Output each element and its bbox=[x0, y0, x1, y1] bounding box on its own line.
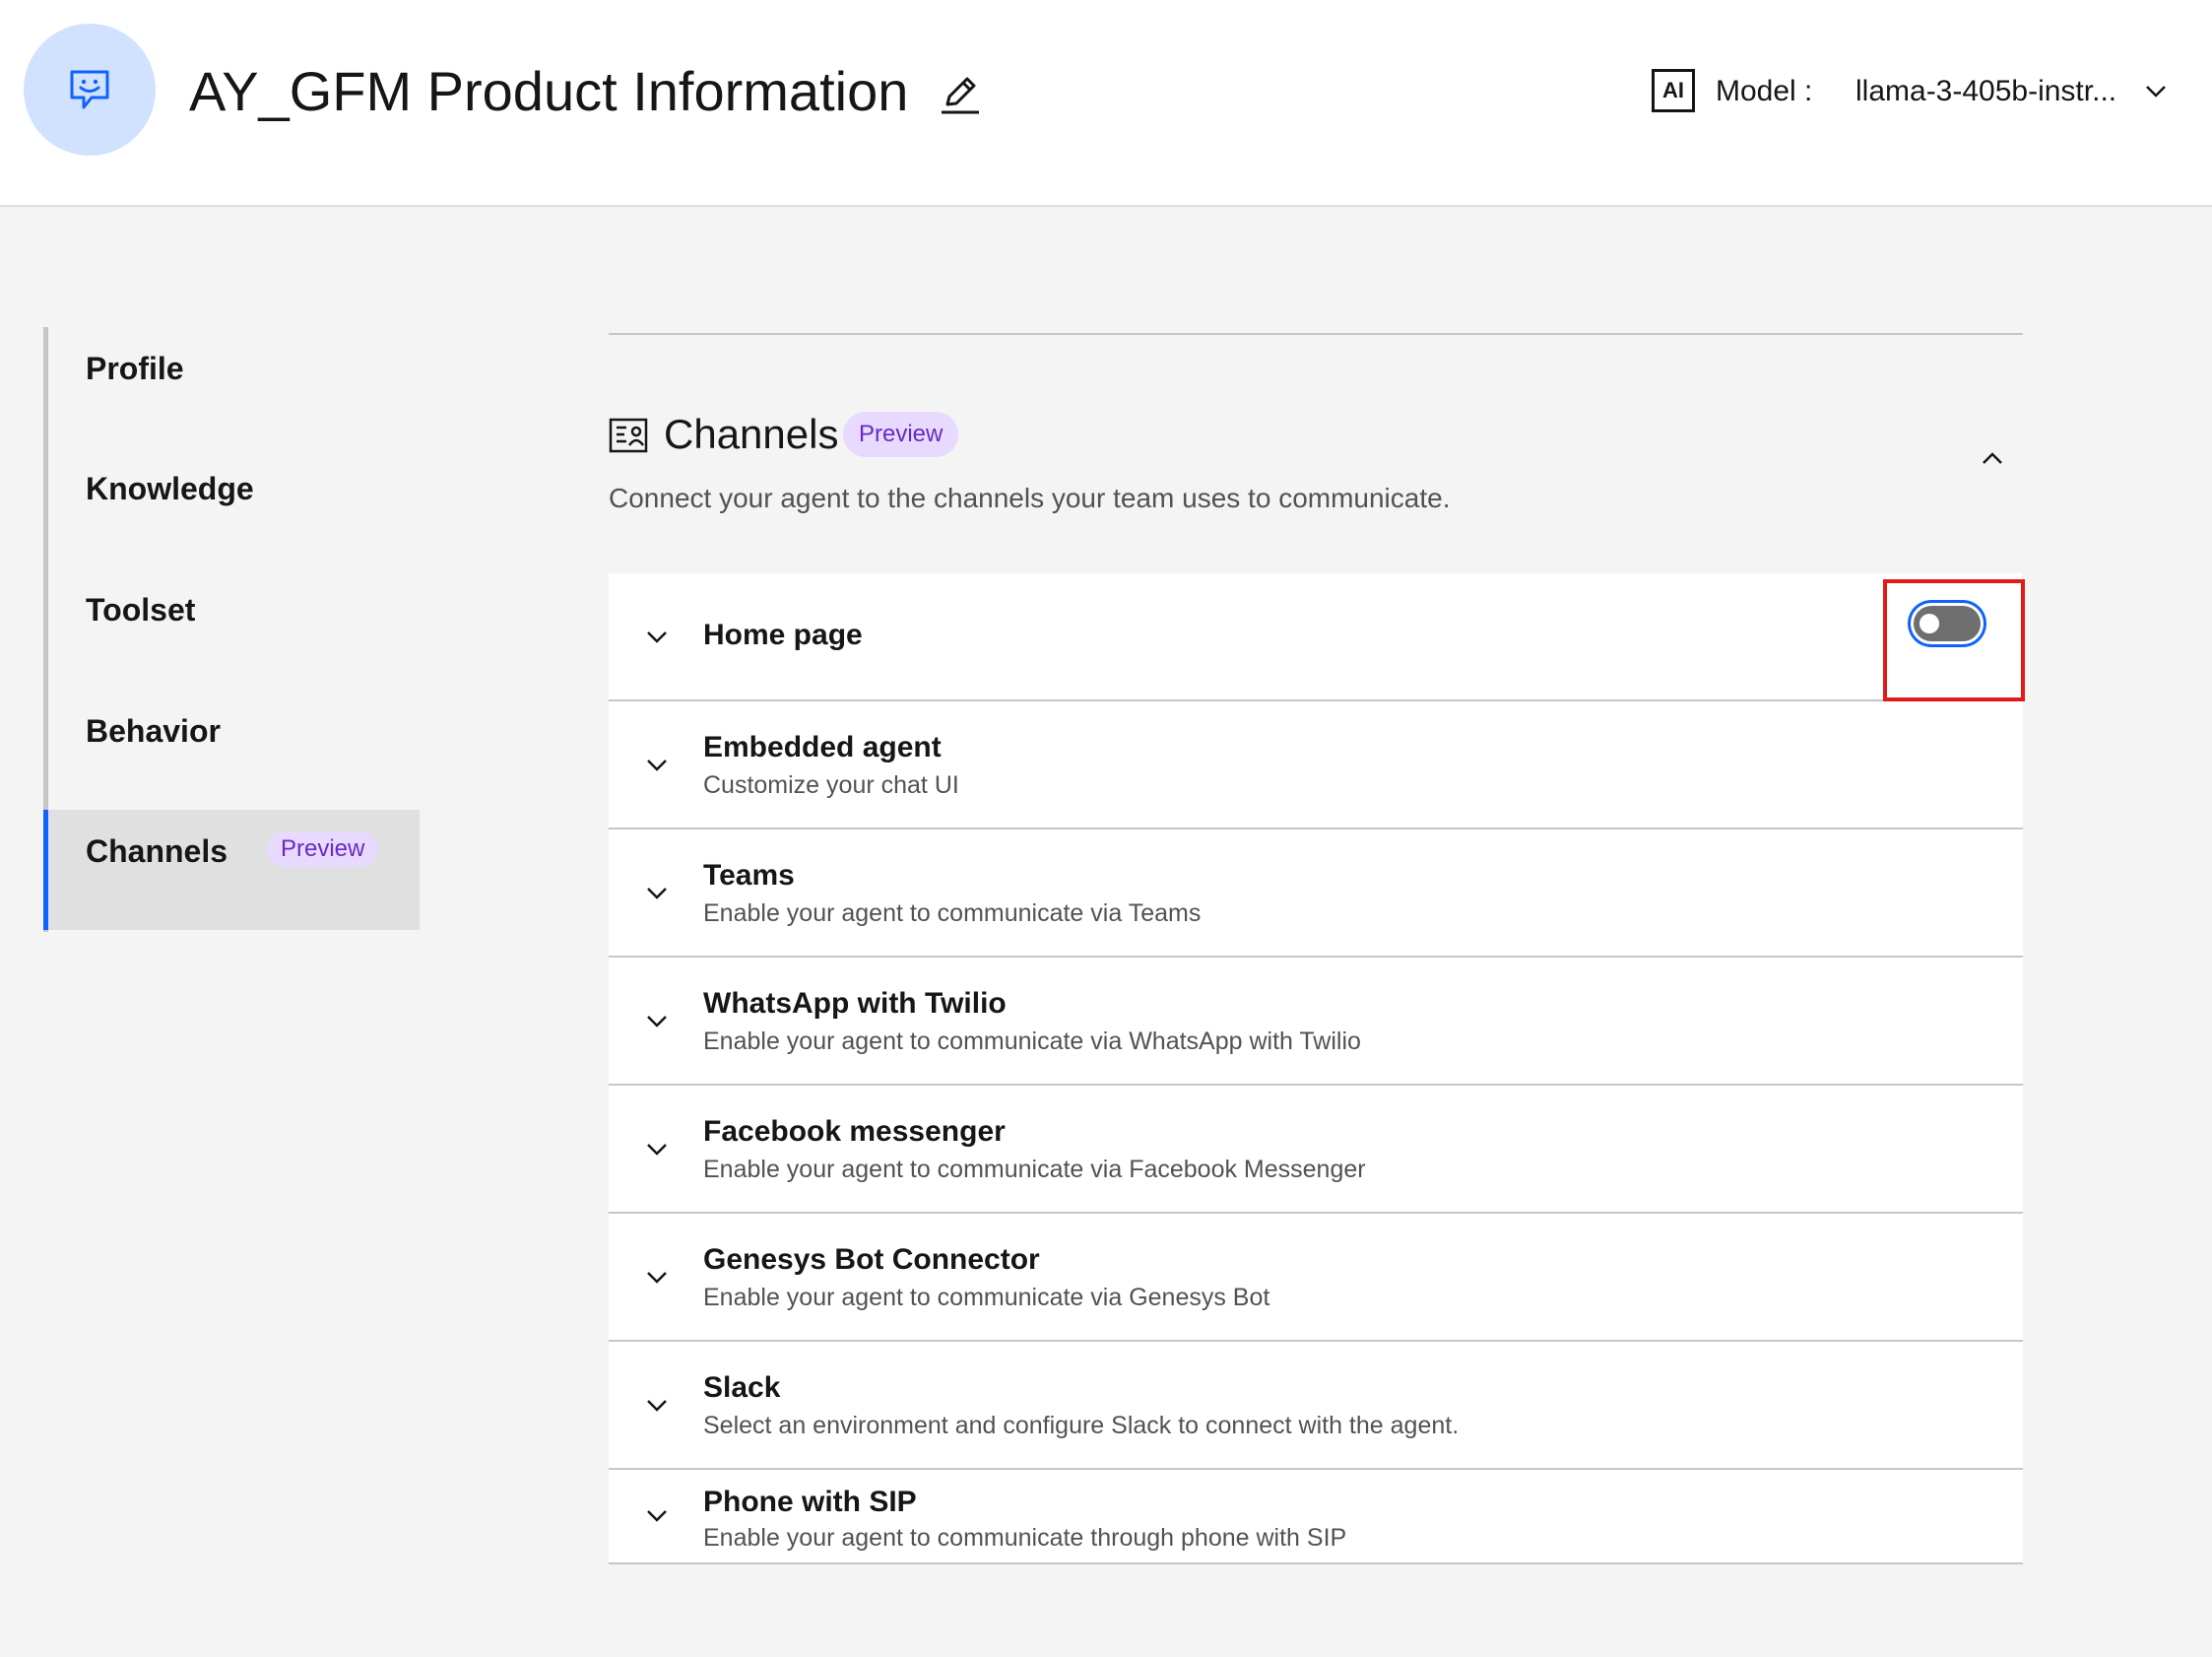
nav-item-profile[interactable]: Profile bbox=[48, 327, 420, 447]
nav-item-label: Profile bbox=[86, 351, 184, 386]
channel-description: Customize your chat UI bbox=[703, 771, 959, 799]
nav-item-knowledge[interactable]: Knowledge bbox=[48, 447, 420, 567]
channel-description: Enable your agent to communicate via Wha… bbox=[703, 1027, 1361, 1055]
channels-icon bbox=[609, 418, 648, 453]
side-navigation: Profile Knowledge Toolset Behavior Chann… bbox=[43, 327, 420, 932]
channel-title: Home page bbox=[703, 619, 863, 651]
channel-row-home-page[interactable]: Home page bbox=[609, 573, 2023, 701]
nav-item-label: Behavior bbox=[86, 713, 221, 749]
channel-row-genesys[interactable]: Genesys Bot Connector Enable your agent … bbox=[609, 1214, 2023, 1342]
channel-title: Phone with SIP bbox=[703, 1486, 917, 1518]
channel-title: Teams bbox=[703, 859, 795, 892]
channel-row-facebook-messenger[interactable]: Facebook messenger Enable your agent to … bbox=[609, 1086, 2023, 1214]
chevron-down-icon[interactable] bbox=[644, 1137, 670, 1162]
section-title: Channels bbox=[664, 411, 839, 457]
chevron-down-icon[interactable] bbox=[644, 1265, 670, 1291]
channel-row-teams[interactable]: Teams Enable your agent to communicate v… bbox=[609, 829, 2023, 958]
chevron-down-icon[interactable] bbox=[644, 881, 670, 906]
page-title: AY_GFM Product Information bbox=[189, 60, 909, 122]
channel-row-embedded-agent[interactable]: Embedded agent Customize your chat UI bbox=[609, 701, 2023, 829]
channel-title: Slack bbox=[703, 1371, 781, 1404]
section-description: Connect your agent to the channels your … bbox=[609, 483, 1451, 513]
channel-row-whatsapp[interactable]: WhatsApp with Twilio Enable your agent t… bbox=[609, 958, 2023, 1086]
nav-item-behavior[interactable]: Behavior bbox=[48, 690, 420, 810]
channel-title: WhatsApp with Twilio bbox=[703, 987, 1007, 1020]
channel-title: Embedded agent bbox=[703, 731, 942, 763]
section-divider bbox=[609, 333, 2023, 335]
channels-list: Home page Embedded agent Customize your … bbox=[609, 573, 2023, 1564]
nav-item-label: Knowledge bbox=[86, 471, 254, 506]
chevron-down-icon[interactable] bbox=[644, 625, 670, 650]
channel-title: Genesys Bot Connector bbox=[703, 1243, 1040, 1276]
channel-row-phone-sip[interactable]: Phone with SIP Enable your agent to comm… bbox=[609, 1470, 2023, 1564]
page-header: AY_GFM Product Information AI Model : ll… bbox=[0, 0, 2212, 207]
chevron-up-icon[interactable] bbox=[1980, 445, 2005, 471]
preview-tag: Preview bbox=[843, 412, 959, 457]
nav-item-channels[interactable]: Channels Preview bbox=[43, 810, 420, 930]
toggle-highlight-box bbox=[1883, 579, 2025, 701]
channel-title: Facebook messenger bbox=[703, 1115, 1006, 1148]
nav-item-label: Toolset bbox=[86, 592, 196, 628]
ai-model-icon: AI bbox=[1652, 69, 1695, 112]
chevron-down-icon[interactable] bbox=[2143, 79, 2169, 104]
channel-row-slack[interactable]: Slack Select an environment and configur… bbox=[609, 1342, 2023, 1470]
channel-description: Enable your agent to communicate via Gen… bbox=[703, 1284, 1270, 1311]
channel-description: Enable your agent to communicate through… bbox=[703, 1524, 1347, 1552]
channel-description: Enable your agent to communicate via Fac… bbox=[703, 1156, 1366, 1183]
chat-bot-icon bbox=[70, 70, 109, 109]
nav-item-toolset[interactable]: Toolset bbox=[48, 568, 420, 689]
preview-tag: Preview bbox=[267, 831, 379, 867]
chevron-down-icon[interactable] bbox=[644, 1503, 670, 1529]
chevron-down-icon[interactable] bbox=[644, 1009, 670, 1034]
channel-description: Enable your agent to communicate via Tea… bbox=[703, 899, 1202, 927]
model-label: Model : bbox=[1716, 75, 1813, 107]
model-select[interactable]: llama-3-405b-instr... bbox=[1855, 73, 2116, 110]
nav-item-label: Channels bbox=[86, 833, 228, 869]
edit-pencil-icon[interactable] bbox=[938, 71, 983, 116]
chevron-down-icon[interactable] bbox=[644, 753, 670, 778]
channel-description: Select an environment and configure Slac… bbox=[703, 1412, 1460, 1439]
agent-avatar bbox=[24, 24, 156, 156]
chevron-down-icon[interactable] bbox=[644, 1393, 670, 1419]
